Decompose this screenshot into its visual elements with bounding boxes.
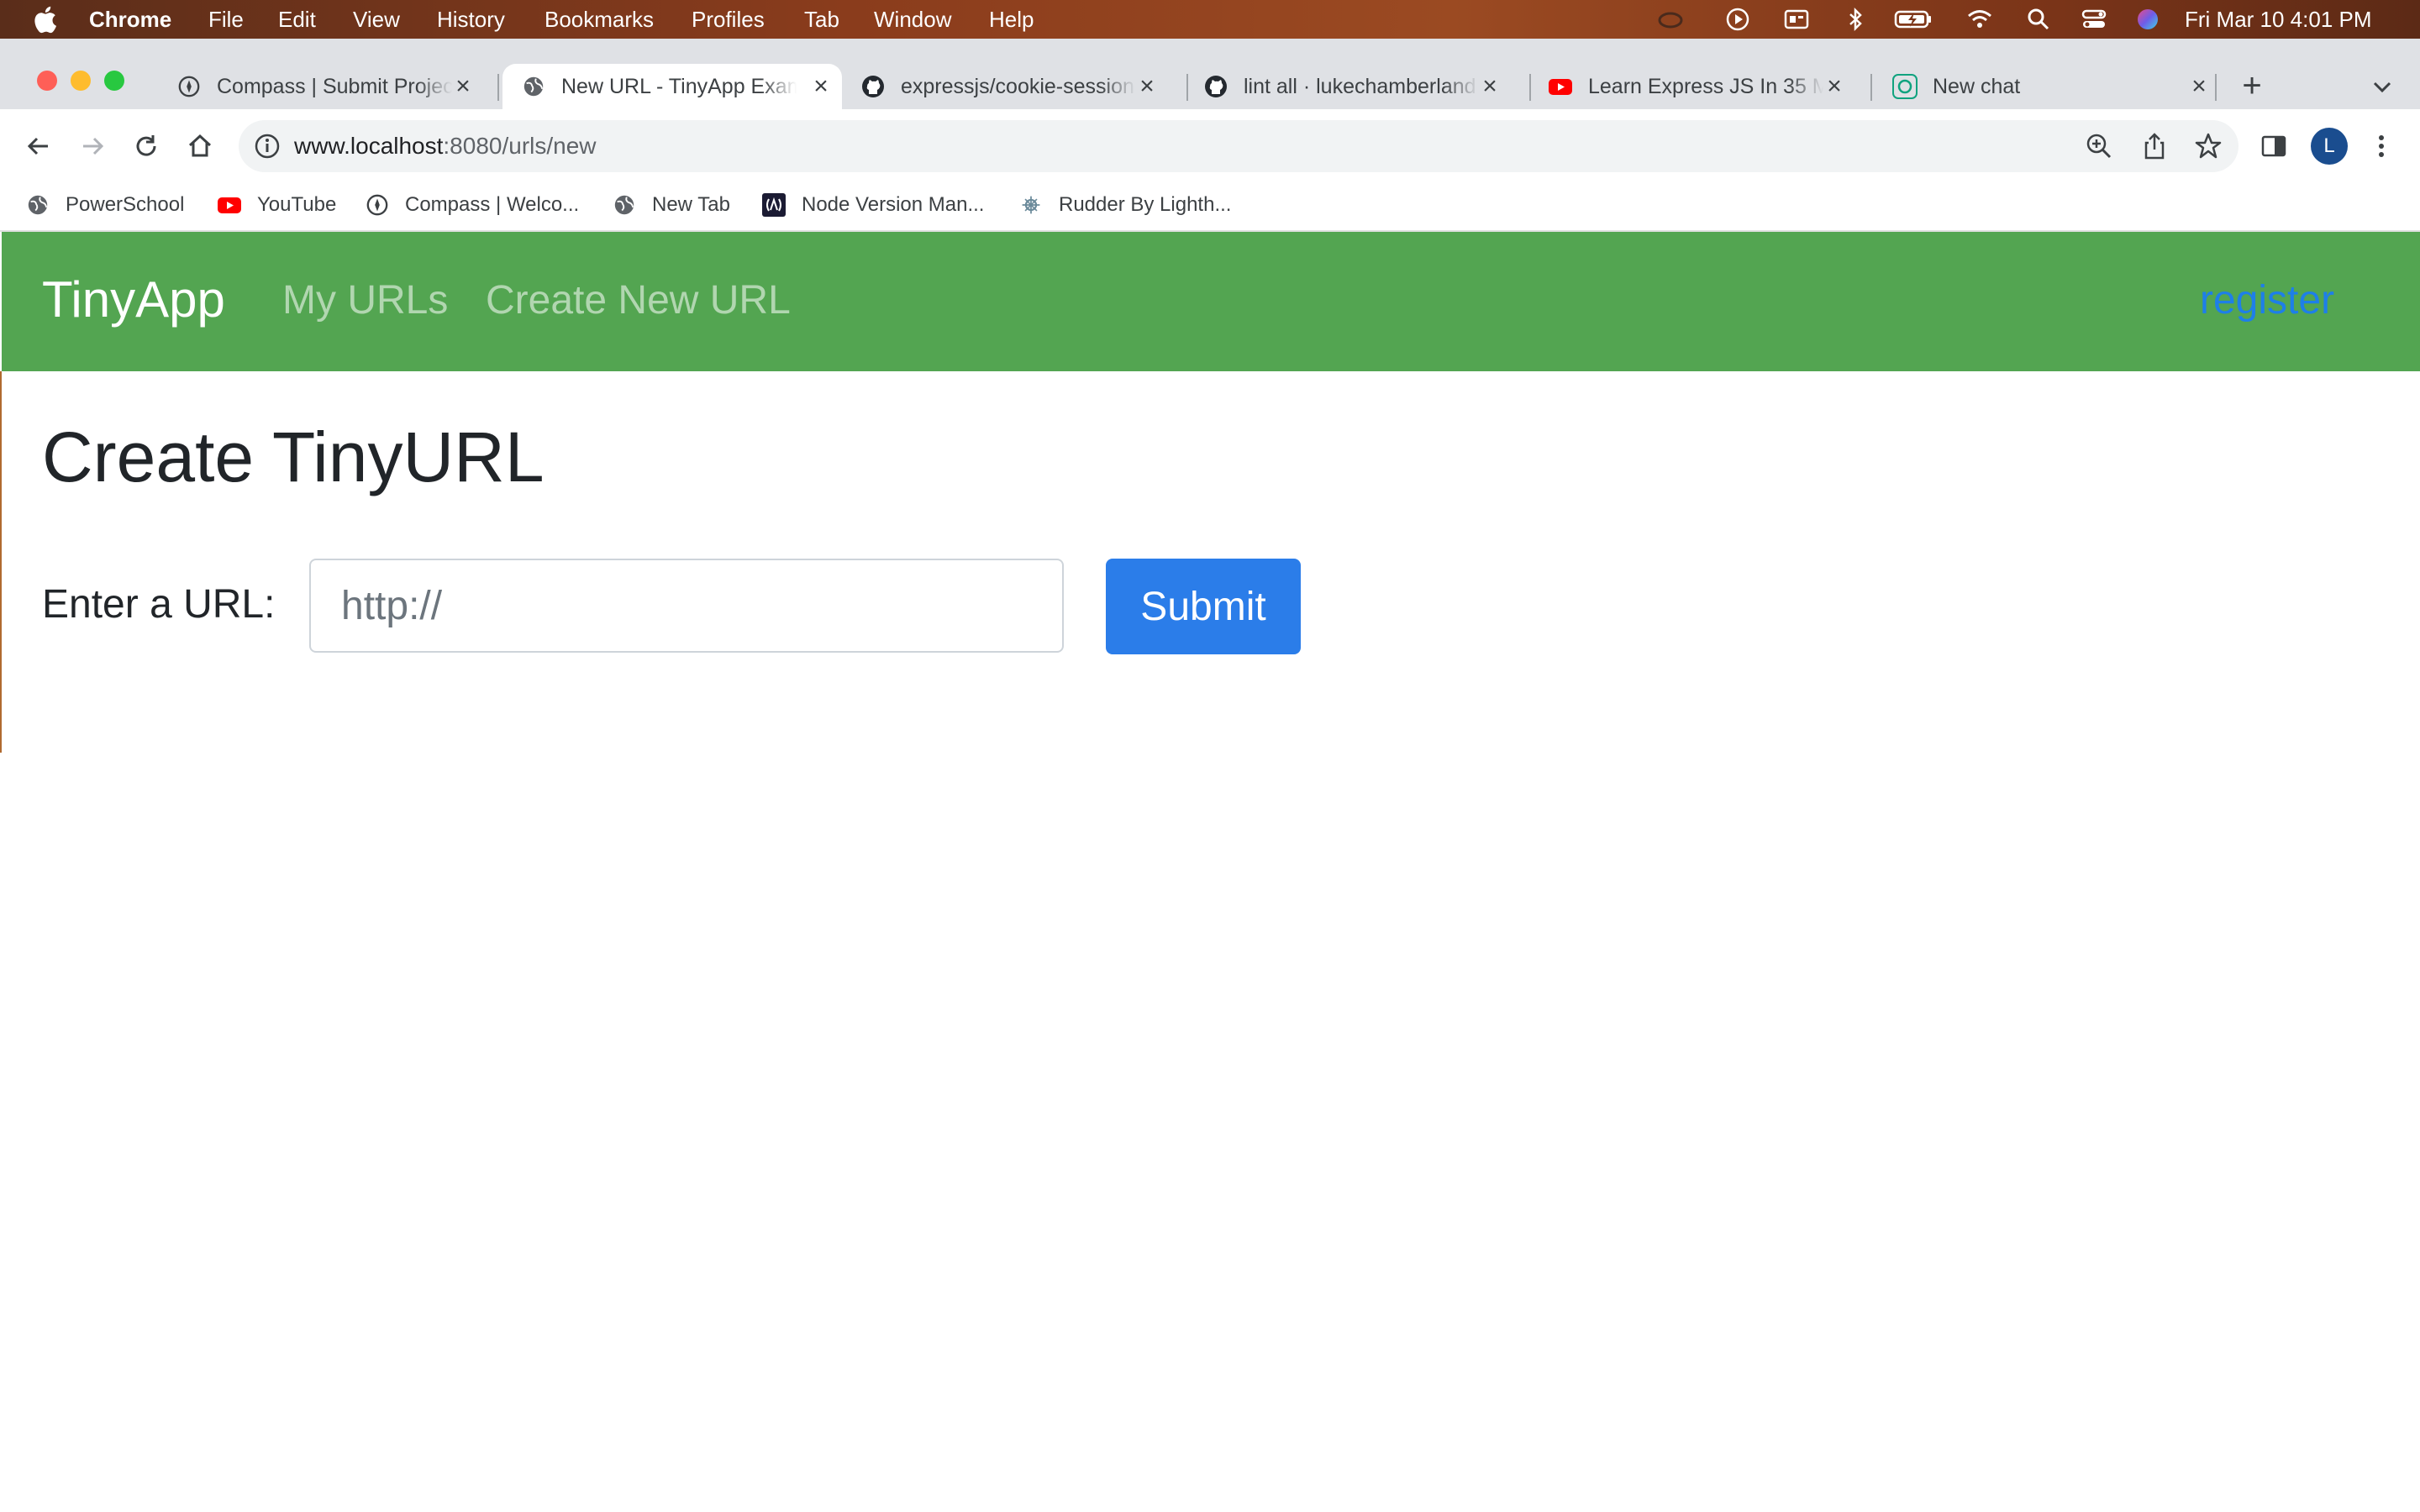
nvm-icon [761,192,786,218]
side-panel-icon[interactable] [2259,131,2289,161]
more-vertical-icon[interactable] [2368,131,2395,161]
window-edge [0,371,2,753]
globe-icon [612,192,637,218]
tab-divider [1529,74,1531,101]
url-field-label: Enter a URL: [42,582,276,627]
tab-close-icon[interactable]: × [1134,72,1160,101]
tab-title: Compass | Submit Project [217,74,452,98]
tab-title: Learn Express JS In 35 Minutes [1588,74,1823,98]
youtube-icon [1548,74,1573,99]
tab-learn-express[interactable]: Learn Express JS In 35 Minutes × [1548,64,1859,109]
forward-arrow-icon[interactable] [76,129,109,163]
new-tab-plus-icon[interactable]: + [2235,69,2269,102]
control-center-icon[interactable] [2081,6,2107,33]
page-title: Create TinyURL [42,417,544,496]
home-icon[interactable] [183,129,217,163]
tab-close-icon[interactable]: × [1477,72,1502,101]
bluetooth-icon[interactable] [1842,6,1869,33]
share-icon[interactable] [2139,131,2170,161]
bookmark-label: YouTube [257,193,337,216]
wifi-icon[interactable] [1966,6,1993,33]
compass-icon [365,192,390,218]
tab-cookie-session[interactable]: expressjs/cookie-session × [860,64,1171,109]
back-arrow-icon[interactable] [22,129,55,163]
tab-title: lint all · lukechamberland [1244,74,1476,98]
nav-link-create-new-url[interactable]: Create New URL [486,277,791,324]
tab-compass[interactable]: Compass | Submit Project × [176,64,487,109]
tab-search-chevron-down-icon[interactable] [2368,72,2396,101]
bookmark-label: Rudder By Lighth... [1059,193,1232,216]
bookmark-new-tab[interactable]: New Tab [612,186,730,223]
tab-close-icon[interactable]: × [808,72,834,101]
menu-app-name[interactable]: Chrome [89,7,171,32]
window-zoom-button[interactable] [104,71,124,91]
bookmark-label: PowerSchool [66,193,185,216]
menu-clock[interactable]: Fri Mar 10 4:01 PM [2185,7,2372,32]
menu-history[interactable]: History [437,7,505,32]
menu-view[interactable]: View [353,7,400,32]
macos-menu-bar: Chrome File Edit View History Bookmarks … [0,0,2420,39]
siri-icon[interactable] [2134,6,2161,33]
bookmark-node-version-manager[interactable]: Node Version Man... [761,186,984,223]
tab-divider [497,74,499,101]
bookmark-label: Compass | Welco... [405,193,580,216]
brand-link[interactable]: TinyApp [42,270,225,329]
register-link[interactable]: register [2200,277,2334,324]
nav-link-my-urls[interactable]: My URLs [282,277,448,324]
tab-tinyapp[interactable]: New URL - TinyApp Example × [502,64,842,109]
zoom-magnifier-icon[interactable] [2084,131,2114,161]
tab-close-icon[interactable]: × [1822,72,1847,101]
bookmark-powerschool[interactable]: PowerSchool [25,186,184,223]
submit-button[interactable]: Submit [1106,559,1301,654]
tab-title: New chat [1933,74,2021,98]
profile-avatar[interactable]: L [2311,128,2348,165]
github-icon [860,74,886,99]
chatgpt-icon [1892,74,1918,99]
bookmark-rudder[interactable]: Rudder By Lighth... [1018,186,1231,223]
url-host: www.localhost [294,133,444,159]
menu-bookmarks[interactable]: Bookmarks [544,7,654,32]
battery-charging-icon[interactable] [1894,6,1933,33]
spotlight-search-icon[interactable] [2025,6,2052,33]
reload-icon[interactable] [129,129,163,163]
bookmark-compass[interactable]: Compass | Welco... [365,186,579,223]
window-close-button[interactable] [37,71,57,91]
tab-lint-all[interactable]: lint all · lukechamberland × [1203,64,1514,109]
compass-icon [176,74,202,99]
apple-logo-icon[interactable] [32,5,57,34]
youtube-icon [217,192,242,218]
menu-tab[interactable]: Tab [804,7,839,32]
info-icon[interactable] [252,131,282,161]
menu-window[interactable]: Window [874,7,951,32]
tab-divider [1186,74,1188,101]
screen-mirror-icon[interactable] [1783,6,1810,33]
globe-icon [521,74,546,99]
bookmark-star-icon[interactable] [2193,131,2223,161]
window-minimize-button[interactable] [71,71,91,91]
menu-file[interactable]: File [208,7,244,32]
play-circle-icon[interactable] [1724,6,1751,33]
tab-close-icon[interactable]: × [450,72,476,101]
creative-cloud-icon[interactable] [1657,6,1684,33]
bookmark-youtube[interactable]: YouTube [217,186,336,223]
tab-divider [2215,74,2217,101]
bookmark-label: Node Version Man... [802,193,985,216]
long-url-input[interactable] [309,559,1064,653]
tab-title: New URL - TinyApp Example [561,74,797,98]
bookmark-label: New Tab [652,193,730,216]
rudder-icon [1018,192,1044,218]
menu-help[interactable]: Help [989,7,1034,32]
menu-edit[interactable]: Edit [278,7,316,32]
tab-title: expressjs/cookie-session [901,74,1134,98]
tab-new-chat[interactable]: New chat × [1892,64,2207,109]
menu-profiles[interactable]: Profiles [692,7,765,32]
tab-close-icon[interactable]: × [2186,72,2212,101]
url-text[interactable]: www.localhost:8080/urls/new [294,131,597,161]
tab-divider [1870,74,1872,101]
url-path: :8080/urls/new [443,133,597,159]
github-icon [1203,74,1228,99]
globe-icon [25,192,50,218]
